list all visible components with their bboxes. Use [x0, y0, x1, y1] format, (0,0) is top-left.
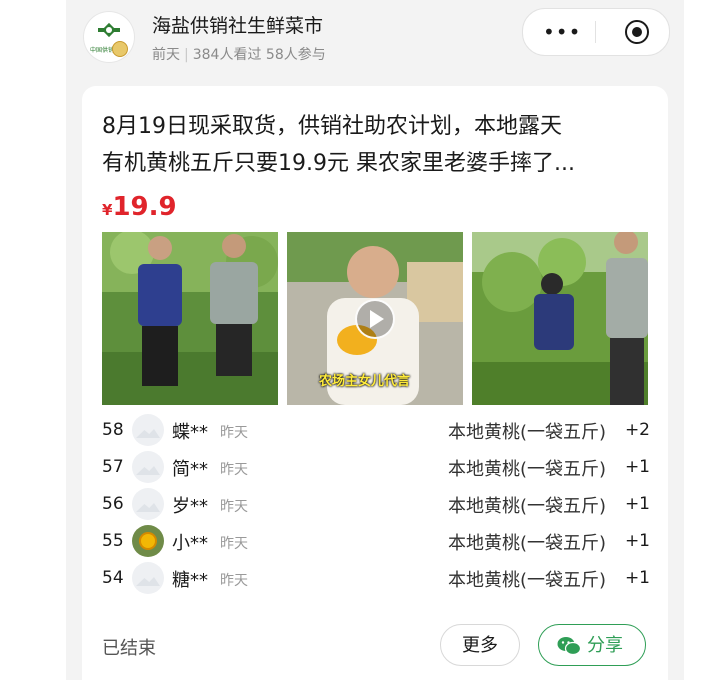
photo-3[interactable]: [472, 232, 648, 405]
avatar[interactable]: [132, 562, 164, 594]
capsule-divider: [595, 21, 596, 43]
order-number: 56: [102, 494, 124, 514]
participant-count: 58人参与: [265, 47, 326, 63]
order-time: 昨天: [220, 536, 248, 552]
coop-logo-icon: [98, 22, 120, 38]
mini-program-capsule: •••: [522, 8, 670, 56]
photo-1-image: [102, 232, 278, 405]
order-row: 54 糖** 昨天 本地黄桃(一袋五斤) +1: [102, 560, 652, 597]
phone-screen: 中国供销 海盐供销社生鲜菜市 前天 | 384人看过 58人参与 ••• 8月19日…: [66, 0, 684, 680]
order-quantity: +1: [624, 531, 650, 551]
price-value: 19.9: [112, 192, 177, 222]
order-quantity: +1: [624, 457, 650, 477]
price-currency: ¥: [102, 201, 113, 219]
buyer-name: 小**: [172, 533, 208, 554]
buyer-name: 岁**: [172, 496, 208, 517]
order-row: 58 蝶** 昨天 本地黄桃(一袋五斤) +2: [102, 412, 652, 449]
play-icon[interactable]: [355, 299, 395, 339]
photo-1[interactable]: [102, 232, 278, 405]
order-row: 56 岁** 昨天 本地黄桃(一袋五斤) +1: [102, 486, 652, 523]
share-label: 分享: [587, 635, 623, 656]
photo-gallery: 农场主女儿代言: [102, 232, 648, 405]
order-item: 本地黄桃(一袋五斤): [447, 496, 606, 517]
buyer-name: 简**: [172, 459, 208, 480]
status-label: 已结束: [102, 638, 156, 659]
shop-header: 中国供销 海盐供销社生鲜菜市 前天 | 384人看过 58人参与 •••: [66, 0, 684, 80]
avatar[interactable]: [132, 525, 164, 557]
order-row: 57 简** 昨天 本地黄桃(一袋五斤) +1: [102, 449, 652, 486]
post-title-line-2: 有机黄桃五斤只要19.9元 果农家里老婆手摔了...: [102, 151, 575, 176]
order-quantity: +2: [624, 420, 650, 440]
view-count: 384人看过: [192, 47, 262, 63]
order-item: 本地黄桃(一袋五斤): [447, 459, 606, 480]
shop-meta: 前天 | 384人看过 58人参与: [152, 44, 326, 64]
shop-logo[interactable]: 中国供销: [84, 12, 134, 62]
logo-text: 中国供销: [90, 47, 115, 54]
price: ¥19.9: [102, 192, 177, 222]
more-button[interactable]: 更多: [440, 624, 520, 666]
meta-divider: |: [184, 47, 189, 63]
order-number: 54: [102, 568, 124, 588]
avatar[interactable]: [132, 451, 164, 483]
post-title[interactable]: 8月19日现采取货，供销社助农计划，本地露天 有机黄桃五斤只要19.9元 果农家…: [102, 108, 652, 182]
order-time: 昨天: [220, 462, 248, 478]
order-quantity: +1: [624, 568, 650, 588]
more-dots-icon[interactable]: •••: [543, 22, 581, 42]
post-time: 前天: [152, 47, 180, 63]
post-card: 8月19日现采取货，供销社助农计划，本地露天 有机黄桃五斤只要19.9元 果农家…: [82, 86, 668, 680]
order-item: 本地黄桃(一袋五斤): [447, 422, 606, 443]
avatar[interactable]: [132, 488, 164, 520]
order-row: 55 小** 昨天 本地黄桃(一袋五斤) +1: [102, 523, 652, 560]
shop-name[interactable]: 海盐供销社生鲜菜市: [152, 11, 323, 38]
share-button[interactable]: 分享: [538, 624, 646, 666]
order-time: 昨天: [220, 425, 248, 441]
order-number: 57: [102, 457, 124, 477]
avatar[interactable]: [132, 414, 164, 446]
order-list: 58 蝶** 昨天 本地黄桃(一袋五斤) +2 57 简** 昨天 本地黄桃(一…: [102, 412, 652, 597]
order-number: 55: [102, 531, 124, 551]
order-quantity: +1: [624, 494, 650, 514]
buyer-name: 糖**: [172, 570, 208, 591]
photo-2-video[interactable]: 农场主女儿代言: [287, 232, 463, 405]
coin-badge-icon: [112, 41, 128, 57]
buyer-name: 蝶**: [172, 422, 208, 443]
photo-3-image: [472, 232, 648, 405]
order-time: 昨天: [220, 499, 248, 515]
target-circle-icon[interactable]: [625, 20, 649, 44]
video-caption: 农场主女儿代言: [319, 374, 411, 389]
order-item: 本地黄桃(一袋五斤): [447, 570, 606, 591]
post-title-line-1: 8月19日现采取货，供销社助农计划，本地露天: [102, 114, 562, 139]
order-item: 本地黄桃(一袋五斤): [447, 533, 606, 554]
order-number: 58: [102, 420, 124, 440]
order-time: 昨天: [220, 573, 248, 589]
wechat-icon: [557, 637, 581, 656]
